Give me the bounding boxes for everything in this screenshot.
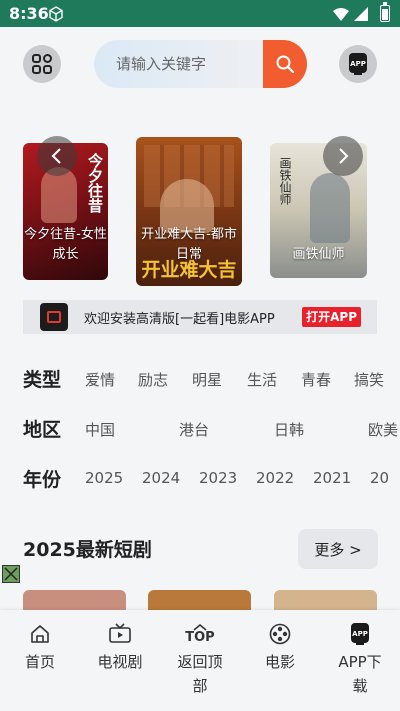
filter-option[interactable]: 20	[370, 469, 389, 487]
chevron-right-icon	[339, 148, 349, 164]
film-reel-icon	[250, 622, 310, 646]
filter-option[interactable]: 生活	[247, 369, 277, 390]
top-icon-text: TOP	[185, 629, 215, 645]
home-icon	[10, 622, 70, 646]
filter-option[interactable]: 爱情	[85, 369, 115, 390]
carousel-caption: 今夕往昔-女性成长	[24, 227, 107, 262]
tab-label: 电影	[264, 653, 295, 671]
status-bar: 8:36	[0, 0, 400, 27]
status-time: 8:36	[9, 4, 49, 23]
system-icons	[332, 6, 372, 26]
search-button[interactable]	[263, 40, 307, 88]
header: APP	[0, 27, 400, 107]
filter-option[interactable]: 搞笑	[354, 369, 384, 390]
search-input[interactable]	[116, 40, 266, 88]
app-install-banner[interactable]: 欢迎安装高清版[一起看]电影APP 打开APP	[23, 300, 377, 334]
signal-icon	[354, 7, 368, 21]
tab-back-to-top[interactable]: TOP 返回顶部	[170, 622, 230, 698]
search-icon	[276, 55, 295, 74]
drama-thumbnail[interactable]	[148, 590, 251, 610]
bottom-tab-bar: 首页 电视剧 TOP 返回顶部 电影 APP APP下载	[0, 610, 400, 711]
carousel-caption: 开业难大吉-都市日常	[141, 227, 237, 262]
open-app-button[interactable]: 打开APP	[302, 307, 361, 327]
chevron-left-icon	[51, 148, 61, 164]
tv-icon	[90, 622, 150, 646]
tab-tv[interactable]: 电视剧	[90, 622, 150, 674]
filter-option[interactable]: 2023	[199, 469, 237, 487]
filter-option[interactable]: 港台	[179, 419, 209, 440]
filter-option[interactable]: 青春	[301, 369, 331, 390]
carousel-caption: 画铁仙师	[292, 247, 345, 262]
app-badge-text: APP	[350, 60, 366, 68]
section-title: 2025最新短剧	[23, 539, 152, 561]
tab-label: 首页	[24, 653, 55, 671]
top-icon: TOP	[170, 622, 230, 646]
poster-figure	[310, 173, 350, 243]
app-download-button[interactable]: APP	[339, 45, 377, 83]
tab-label: 返回顶部	[177, 653, 223, 695]
more-button[interactable]: 更多 >	[298, 529, 378, 569]
tab-movie[interactable]: 电影	[250, 622, 310, 674]
poster-carousel: 今夕往昔 今夕往昔-女性成长 开业难大吉 开业难大吉-都市日常 画铁仙师 画铁仙…	[0, 130, 400, 290]
carousel-next-button[interactable]	[323, 136, 363, 176]
carousel-prev-button[interactable]	[37, 136, 77, 176]
filter-option[interactable]: 中国	[85, 419, 115, 440]
app-icon: APP	[330, 622, 390, 646]
poster-art-text: 今夕往昔	[86, 153, 104, 213]
tab-label: 电视剧	[97, 653, 143, 671]
app-logo-icon	[40, 303, 68, 331]
grid-icon	[32, 54, 52, 74]
filter-row-year: 年份 2025 2024 2023 2022 2021 20	[0, 463, 400, 493]
filter-option[interactable]: 2025	[85, 469, 123, 487]
category-grid-button[interactable]	[23, 45, 61, 83]
filter-label: 类型	[23, 369, 62, 391]
banner-text: 欢迎安装高清版[一起看]电影APP	[84, 311, 275, 327]
filter-option[interactable]: 日韩	[274, 419, 304, 440]
filter-option[interactable]: 欧美	[368, 419, 398, 440]
filter-option[interactable]: 2024	[142, 469, 180, 487]
tab-home[interactable]: 首页	[10, 622, 70, 674]
floating-favicon-icon[interactable]	[2, 565, 20, 583]
filter-row-type: 类型 爱情 励志 明星 生活 青春 搞笑	[0, 363, 400, 393]
filter-option[interactable]: 2021	[313, 469, 351, 487]
wifi-icon	[333, 8, 349, 21]
filter-option[interactable]: 2022	[256, 469, 294, 487]
battery-icon	[380, 2, 390, 22]
filter-option[interactable]: 明星	[192, 369, 222, 390]
drama-thumbnail[interactable]	[274, 590, 377, 610]
filter-label: 地区	[23, 419, 62, 441]
drama-thumbnail[interactable]	[23, 590, 126, 610]
poster-art-text: 画铁仙师	[278, 157, 292, 205]
filter-label: 年份	[23, 469, 62, 491]
filter-row-region: 地区 中国 港台 日韩 欧美	[0, 413, 400, 443]
tab-app-download[interactable]: APP APP下载	[330, 622, 390, 698]
filter-option[interactable]: 励志	[138, 369, 168, 390]
app-icon: APP	[349, 53, 367, 75]
tab-label: APP下载	[338, 653, 382, 695]
search-box	[94, 40, 307, 88]
app-icon-text: APP	[352, 630, 368, 638]
carousel-item[interactable]: 开业难大吉 开业难大吉-都市日常	[136, 137, 242, 286]
cube-icon	[48, 6, 64, 26]
